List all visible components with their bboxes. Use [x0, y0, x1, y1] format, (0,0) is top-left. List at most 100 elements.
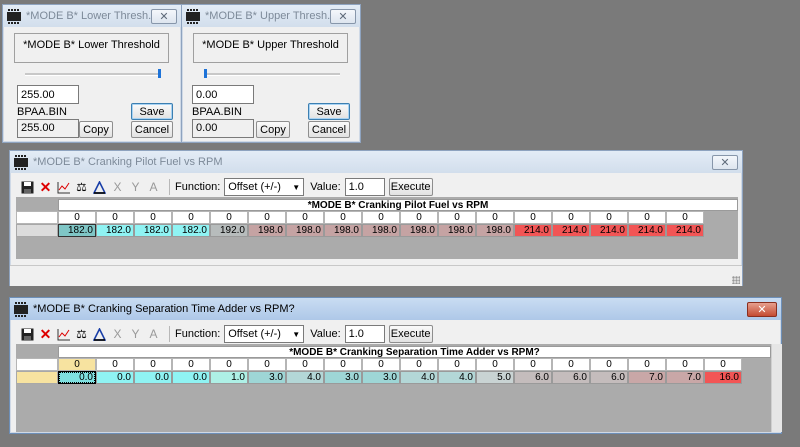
table-cell[interactable]: 182.0 — [96, 224, 134, 237]
slider-track[interactable] — [25, 73, 161, 76]
table-cell[interactable]: 182.0 — [172, 224, 210, 237]
interpolate-icon[interactable] — [92, 180, 107, 195]
column-header[interactable]: 0 — [438, 211, 476, 224]
threshold-value-input[interactable] — [192, 85, 254, 104]
column-header[interactable]: 0 — [172, 211, 210, 224]
column-header[interactable]: 0 — [666, 358, 704, 371]
column-header[interactable]: 0 — [590, 358, 628, 371]
table-cell[interactable]: 0.0 — [96, 371, 134, 384]
chevron-down-icon[interactable]: ▼ — [289, 326, 303, 342]
column-header[interactable]: 0 — [590, 211, 628, 224]
graph-icon[interactable] — [56, 327, 71, 342]
x-axis-icon[interactable]: X — [110, 327, 125, 342]
column-header[interactable]: 0 — [552, 211, 590, 224]
y-axis-icon[interactable]: Y — [128, 327, 143, 342]
column-header[interactable]: 0 — [248, 358, 286, 371]
save-icon[interactable] — [20, 180, 35, 195]
pilot-fuel-titlebar[interactable]: *MODE B* Cranking Pilot Fuel vs RPM ✕ — [10, 151, 742, 173]
column-header[interactable]: 0 — [666, 211, 704, 224]
function-select[interactable]: Offset (+/-) ▼ — [224, 325, 305, 343]
table-cell[interactable]: 214.0 — [552, 224, 590, 237]
close-button[interactable]: ✕ — [712, 154, 738, 170]
vertical-scrollbar[interactable] — [771, 344, 782, 432]
table-cell[interactable]: 6.0 — [552, 371, 590, 384]
column-header[interactable]: 0 — [400, 211, 438, 224]
save-button[interactable]: Save — [308, 103, 350, 120]
table-cell[interactable]: 0.0 — [172, 371, 210, 384]
close-button[interactable]: ✕ — [330, 8, 356, 24]
balance-icon[interactable]: ⚖ — [74, 327, 89, 342]
column-header[interactable]: 0 — [134, 358, 172, 371]
table-cell[interactable]: 3.0 — [362, 371, 400, 384]
upper-threshold-titlebar[interactable]: *MODE B* Upper Thresh... ✕ — [182, 5, 360, 27]
table-cell[interactable]: 198.0 — [286, 224, 324, 237]
table-cell[interactable]: 1.0 — [210, 371, 248, 384]
column-header[interactable]: 0 — [476, 358, 514, 371]
table-cell[interactable]: 6.0 — [590, 371, 628, 384]
row-header[interactable] — [16, 224, 58, 237]
table-cell[interactable]: 6.0 — [514, 371, 552, 384]
slider-thumb[interactable] — [204, 69, 207, 78]
save-icon[interactable] — [20, 327, 35, 342]
graph-icon[interactable] — [56, 180, 71, 195]
balance-icon[interactable]: ⚖ — [74, 180, 89, 195]
interpolate-icon[interactable] — [92, 327, 107, 342]
table-cell[interactable]: 182.0 — [58, 224, 96, 237]
table-cell[interactable]: 192.0 — [210, 224, 248, 237]
column-header[interactable]: 0 — [514, 211, 552, 224]
table-cell[interactable]: 0.0 — [58, 371, 96, 384]
table-cell[interactable]: 3.0 — [248, 371, 286, 384]
table-cell[interactable]: 198.0 — [362, 224, 400, 237]
table-cell[interactable]: 3.0 — [324, 371, 362, 384]
column-header[interactable]: 0 — [58, 358, 96, 371]
column-header[interactable]: 0 — [628, 211, 666, 224]
table-cell[interactable]: 214.0 — [666, 224, 704, 237]
table-cell[interactable]: 5.0 — [476, 371, 514, 384]
close-button[interactable]: ✕ — [151, 8, 177, 24]
table-cell[interactable]: 4.0 — [400, 371, 438, 384]
threshold-value-input[interactable] — [17, 85, 79, 104]
column-header[interactable]: 0 — [286, 358, 324, 371]
y-axis-icon[interactable]: Y — [128, 180, 143, 195]
table-cell[interactable]: 198.0 — [476, 224, 514, 237]
execute-button[interactable]: Execute — [388, 178, 433, 196]
table-cell[interactable]: 198.0 — [400, 224, 438, 237]
column-header[interactable]: 0 — [210, 211, 248, 224]
row-header[interactable] — [16, 371, 58, 384]
copy-button[interactable]: Copy — [79, 121, 113, 138]
column-header[interactable]: 0 — [286, 211, 324, 224]
cancel-button[interactable]: Cancel — [308, 121, 350, 138]
column-header[interactable]: 0 — [628, 358, 666, 371]
table-cell[interactable]: 198.0 — [324, 224, 362, 237]
column-header[interactable]: 0 — [362, 358, 400, 371]
column-header[interactable]: 0 — [324, 358, 362, 371]
column-header[interactable]: 0 — [58, 211, 96, 224]
column-header[interactable]: 0 — [400, 358, 438, 371]
lower-threshold-titlebar[interactable]: *MODE B* Lower Thresh... ✕ — [3, 5, 181, 27]
table-cell[interactable]: 198.0 — [438, 224, 476, 237]
a-icon[interactable]: A — [146, 327, 161, 342]
resize-grip[interactable] — [732, 276, 740, 284]
table-cell[interactable]: 0.0 — [134, 371, 172, 384]
column-header[interactable]: 0 — [476, 211, 514, 224]
function-select[interactable]: Offset (+/-) ▼ — [224, 178, 305, 196]
table-cell[interactable]: 214.0 — [628, 224, 666, 237]
column-header[interactable]: 0 — [324, 211, 362, 224]
table-cell[interactable]: 182.0 — [134, 224, 172, 237]
column-header[interactable]: 0 — [362, 211, 400, 224]
column-header[interactable]: 0 — [514, 358, 552, 371]
table-cell[interactable]: 214.0 — [514, 224, 552, 237]
a-icon[interactable]: A — [146, 180, 161, 195]
separation-time-titlebar[interactable]: *MODE B* Cranking Separation Time Adder … — [10, 298, 781, 320]
column-header[interactable]: 0 — [704, 358, 742, 371]
table-cell[interactable]: 7.0 — [628, 371, 666, 384]
copy-button[interactable]: Copy — [256, 121, 290, 138]
close-button[interactable]: ✕ — [747, 301, 777, 317]
delete-icon[interactable]: ✕ — [38, 180, 53, 195]
slider-track[interactable] — [204, 73, 340, 76]
table-cell[interactable]: 16.0 — [704, 371, 742, 384]
table-cell[interactable]: 4.0 — [438, 371, 476, 384]
table-cell[interactable]: 4.0 — [286, 371, 324, 384]
table-cell[interactable]: 198.0 — [248, 224, 286, 237]
column-header[interactable]: 0 — [96, 211, 134, 224]
